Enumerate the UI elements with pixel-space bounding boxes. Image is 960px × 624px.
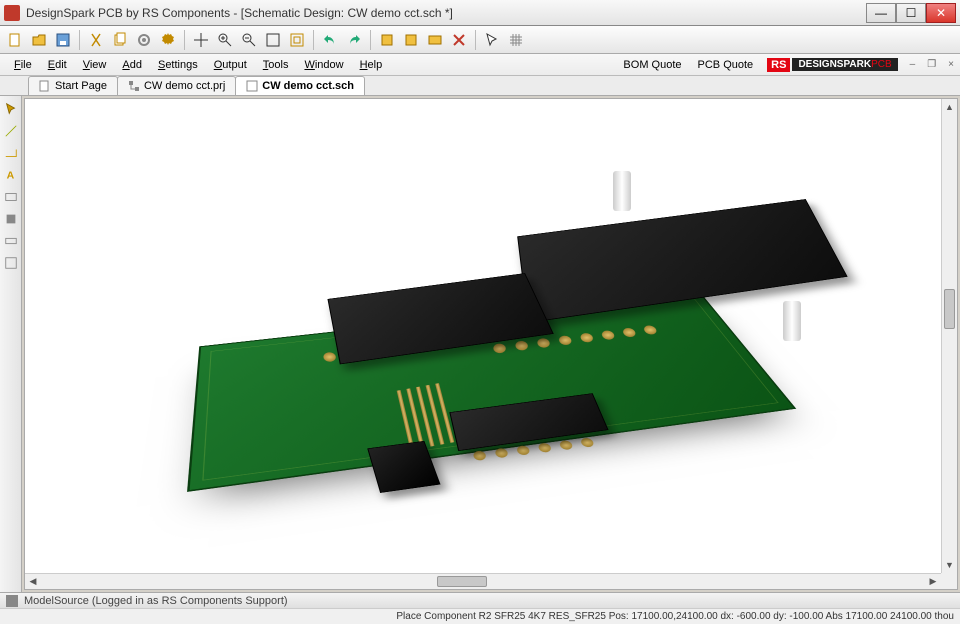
titlebar: DesignSpark PCB by RS Components - [Sche… xyxy=(0,0,960,26)
document-tabs: Start Page CW demo cct.prj CW demo cct.s… xyxy=(0,76,960,96)
zoom-in-icon[interactable] xyxy=(214,29,236,51)
status-text: Place Component R2 SFR25 4K7 RES_SFR25 P… xyxy=(396,611,954,622)
scroll-up-arrow-icon[interactable]: ▲ xyxy=(942,99,957,115)
menu-file[interactable]: File xyxy=(6,57,40,73)
cursor-icon[interactable] xyxy=(481,29,503,51)
status-modelsource[interactable]: ModelSource (Logged in as RS Components … xyxy=(0,592,960,608)
tab-start-page[interactable]: Start Page xyxy=(28,76,118,95)
scroll-down-arrow-icon[interactable]: ▼ xyxy=(942,557,957,573)
window-controls: — ☐ ✕ xyxy=(866,3,956,23)
tab-label: CW demo cct.sch xyxy=(262,80,354,92)
zoom-fit-icon[interactable] xyxy=(262,29,284,51)
standoff-post xyxy=(613,171,631,211)
new-icon[interactable] xyxy=(4,29,26,51)
layer-tool[interactable] xyxy=(2,254,20,272)
scroll-corner xyxy=(941,573,957,589)
object3-icon[interactable] xyxy=(424,29,446,51)
doc-restore-button[interactable]: ❐ xyxy=(927,59,936,70)
menu-window[interactable]: Window xyxy=(296,57,351,73)
schematic-icon xyxy=(246,80,258,92)
menu-settings[interactable]: Settings xyxy=(150,57,206,73)
menubar: File Edit View Add Settings Output Tools… xyxy=(0,54,960,76)
menu-edit[interactable]: Edit xyxy=(40,57,75,73)
app-icon xyxy=(4,5,20,21)
content-area: A ▲ ▼ ◀ xyxy=(0,96,960,592)
zoom-out-icon[interactable] xyxy=(238,29,260,51)
vertical-scrollbar[interactable]: ▲ ▼ xyxy=(941,99,957,573)
cut-icon[interactable] xyxy=(85,29,107,51)
page-icon xyxy=(39,80,51,92)
menu-output[interactable]: Output xyxy=(206,57,255,73)
component-tool[interactable] xyxy=(2,210,20,228)
delete-icon[interactable] xyxy=(448,29,470,51)
pointer-tool[interactable] xyxy=(2,100,20,118)
standoff-post xyxy=(783,301,801,341)
crosshair-icon[interactable] xyxy=(190,29,212,51)
text-tool[interactable]: A xyxy=(2,166,20,184)
object2-icon[interactable] xyxy=(400,29,422,51)
settings-icon[interactable] xyxy=(133,29,155,51)
main-toolbar xyxy=(0,26,960,54)
redo-icon[interactable] xyxy=(343,29,365,51)
svg-text:A: A xyxy=(6,170,14,182)
gear-icon[interactable] xyxy=(157,29,179,51)
rect-tool[interactable] xyxy=(2,188,20,206)
tab-schematic[interactable]: CW demo cct.sch xyxy=(235,76,365,95)
grid-icon[interactable] xyxy=(505,29,527,51)
line-tool[interactable] xyxy=(2,122,20,140)
tree-icon xyxy=(128,80,140,92)
tab-label: Start Page xyxy=(55,80,107,92)
pcb-scene xyxy=(123,121,843,551)
pcb-quote-button[interactable]: PCB Quote xyxy=(690,57,762,73)
menu-help[interactable]: Help xyxy=(352,57,391,73)
3d-viewport[interactable] xyxy=(25,99,941,573)
menu-add[interactable]: Add xyxy=(114,57,150,73)
left-toolbar: A xyxy=(0,96,22,592)
scrollbar-thumb[interactable] xyxy=(437,576,487,587)
save-icon[interactable] xyxy=(52,29,74,51)
scroll-right-arrow-icon[interactable]: ▶ xyxy=(925,574,941,589)
scrollbar-thumb[interactable] xyxy=(944,289,955,329)
status-coordinates: Place Component R2 SFR25 4K7 RES_SFR25 P… xyxy=(0,608,960,624)
doc-close-button[interactable]: × xyxy=(948,59,954,70)
scroll-left-arrow-icon[interactable]: ◀ xyxy=(25,574,41,589)
maximize-button[interactable]: ☐ xyxy=(896,3,926,23)
menu-tools[interactable]: Tools xyxy=(255,57,297,73)
modelsource-icon xyxy=(6,595,18,607)
open-icon[interactable] xyxy=(28,29,50,51)
board-tool[interactable] xyxy=(2,232,20,250)
zoom-all-icon[interactable] xyxy=(286,29,308,51)
tab-project[interactable]: CW demo cct.prj xyxy=(117,76,236,95)
statusbar: ModelSource (Logged in as RS Components … xyxy=(0,592,960,624)
designspark-logo: DESIGNSPARKPCB xyxy=(792,58,897,71)
tab-label: CW demo cct.prj xyxy=(144,80,225,92)
minimize-button[interactable]: — xyxy=(866,3,896,23)
doc-minimize-button[interactable]: – xyxy=(910,59,916,70)
shape-tool[interactable] xyxy=(2,144,20,162)
modelsource-label: ModelSource (Logged in as RS Components … xyxy=(24,595,288,607)
close-button[interactable]: ✕ xyxy=(926,3,956,23)
undo-icon[interactable] xyxy=(319,29,341,51)
menu-view[interactable]: View xyxy=(75,57,115,73)
object1-icon[interactable] xyxy=(376,29,398,51)
rs-logo: RS xyxy=(767,58,790,72)
copy-icon[interactable] xyxy=(109,29,131,51)
horizontal-scrollbar[interactable]: ◀ ▶ xyxy=(25,573,941,589)
canvas-wrap: ▲ ▼ ◀ ▶ xyxy=(24,98,958,590)
bom-quote-button[interactable]: BOM Quote xyxy=(615,57,689,73)
title-text: DesignSpark PCB by RS Components - [Sche… xyxy=(26,6,866,20)
